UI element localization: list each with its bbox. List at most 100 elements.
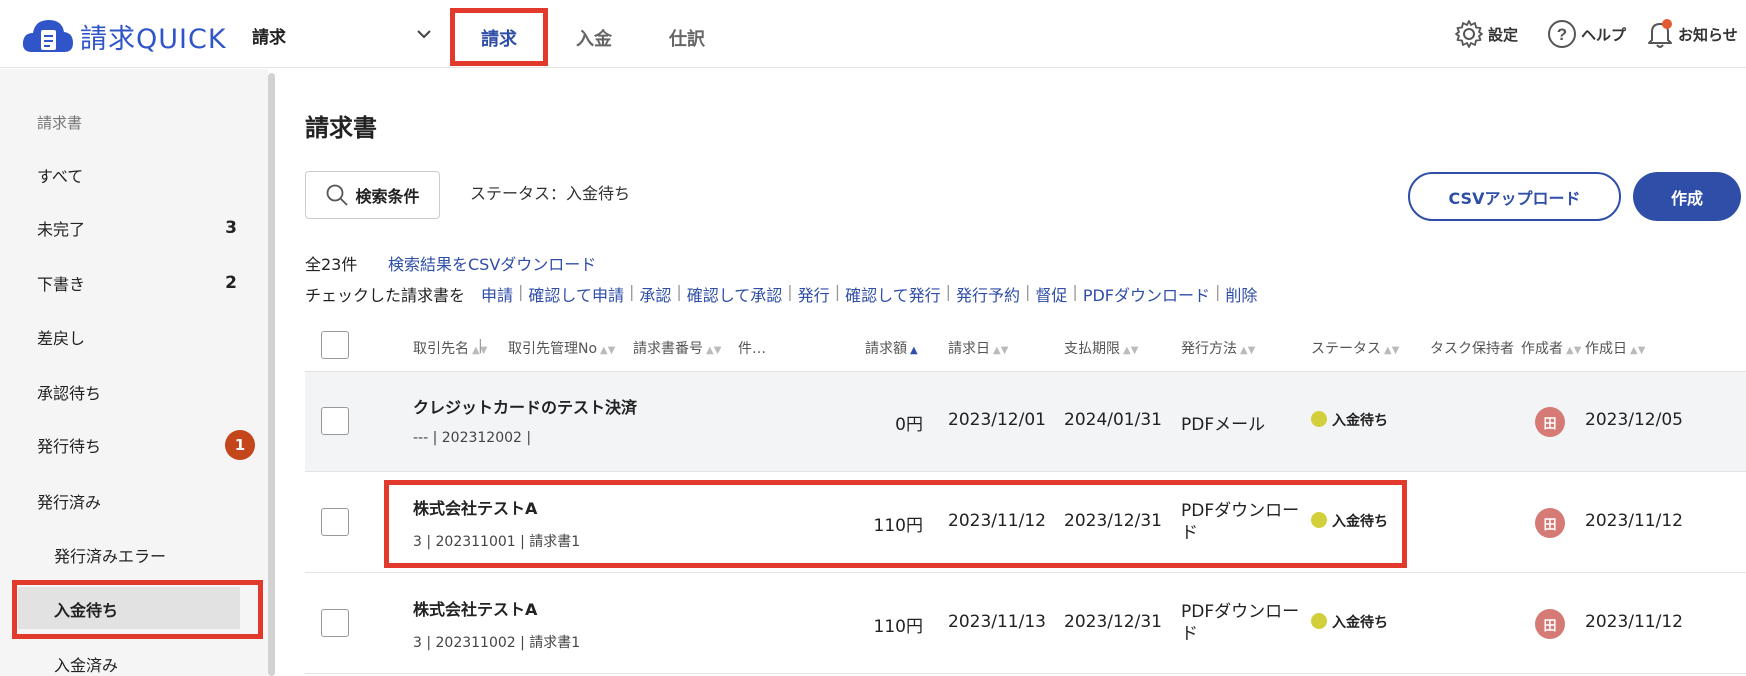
bulk-action-confirm-issue[interactable]: 確認して発行 (845, 282, 941, 306)
column-header-invoice-no[interactable]: 請求書番号 ▲▼ (633, 338, 721, 358)
sidebar-item-label: 未完了 (37, 220, 86, 239)
search-conditions-button[interactable]: 検索条件 (305, 171, 440, 219)
bulk-action-confirm-approve[interactable]: 確認して承認 (687, 282, 783, 306)
status-label: 入金待ち (1332, 615, 1388, 631)
separator: | (1025, 282, 1031, 301)
settings-button[interactable]: 設定 (1453, 18, 1518, 50)
sidebar-scrollbar[interactable] (268, 69, 276, 676)
creator-avatar: 田 (1535, 508, 1565, 538)
sidebar-item-label: 発行待ち (37, 437, 102, 456)
question-circle-icon: ? (1548, 20, 1576, 48)
sidebar-item-label: 承認待ち (37, 384, 102, 403)
sidebar-item-label: 発行済みエラー (54, 547, 167, 566)
sidebar-item-label: 発行済み (37, 493, 102, 512)
separator: | (628, 282, 635, 301)
sidebar-item-issued-error[interactable]: 発行済みエラー (54, 543, 254, 567)
column-header-label: 請求額 (865, 341, 907, 357)
notifications-button[interactable]: お知らせ (1645, 18, 1738, 50)
select-all-checkbox[interactable] (321, 331, 349, 359)
settings-label: 設定 (1488, 25, 1519, 44)
column-header-label: 請求日 (948, 341, 990, 357)
bulk-action-approve[interactable]: 承認 (639, 282, 671, 306)
top-header: 請求QUICK 請求 請求 入金 仕訳 設定 ? ヘルプ お知らせ (0, 0, 1746, 68)
sidebar-item-label: 入金済み (54, 656, 119, 675)
row-checkbox[interactable] (321, 407, 349, 435)
sort-icon: ▲▼ (1630, 345, 1646, 356)
due-date: 2023/12/31 (1064, 612, 1162, 632)
sidebar-scrollbar-thumb[interactable] (268, 73, 275, 676)
bulk-action-issue[interactable]: 発行 (798, 282, 830, 306)
sidebar-item-returned[interactable]: 差戻し (37, 325, 237, 349)
row-checkbox[interactable] (321, 609, 349, 637)
bulk-actions-lead: チェックした請求書を (305, 286, 466, 305)
table-row[interactable]: 株式会社テストA 3 | 202311002 | 請求書1 110円 2023/… (305, 574, 1746, 674)
column-header-creator[interactable]: 作成者 ▲▼ (1521, 338, 1581, 358)
client-name[interactable]: 株式会社テストA (413, 596, 537, 620)
search-conditions-label: 検索条件 (355, 187, 420, 206)
create-button[interactable]: 作成 (1633, 172, 1741, 221)
column-header-label: 請求書番号 (633, 341, 703, 357)
bulk-action-pdf-download[interactable]: PDFダウンロード (1083, 282, 1210, 306)
page-title: 請求書 (305, 114, 377, 142)
bulk-action-confirm-apply[interactable]: 確認して申請 (528, 282, 624, 306)
sort-icon: ▲▼ (1384, 345, 1400, 356)
sidebar-item-badge: 1 (225, 430, 255, 460)
created-date: 2023/12/05 (1585, 410, 1683, 430)
amount: 110円 (873, 617, 923, 637)
status-badge: 入金待ち (1311, 410, 1388, 430)
sidebar-item-issued[interactable]: 発行済み (37, 489, 237, 513)
svg-text:?: ? (1557, 25, 1567, 44)
sort-icon: ▲▼ (600, 345, 616, 356)
sidebar-item-count: 2 (225, 273, 237, 293)
column-header-client-no[interactable]: 取引先管理No ▲▼ (508, 338, 615, 358)
separator: | (787, 282, 793, 301)
sidebar-item-label: 差戻し (37, 329, 86, 348)
sidebar-heading: 請求書 (37, 114, 83, 132)
sort-ascending-icon: ▲ (910, 345, 918, 356)
result-count: 全23件 (305, 255, 358, 274)
separator: | (1215, 282, 1221, 301)
bulk-action-schedule-issue[interactable]: 発行予約 (956, 282, 1020, 306)
sidebar-item-awaiting-approval[interactable]: 承認待ち (37, 380, 237, 404)
bell-icon (1648, 19, 1672, 48)
column-header-client[interactable]: 取引先名 ▲▼ (413, 338, 487, 358)
help-button[interactable]: ? ヘルプ (1546, 18, 1626, 50)
app-logo[interactable]: 請求QUICK (22, 16, 227, 56)
column-header-due-date[interactable]: 支払期限 ▲▼ (1064, 338, 1138, 358)
gear-icon (1455, 20, 1483, 48)
sidebar-item-all[interactable]: すべて (37, 163, 237, 187)
status-filter-text: ステータス：入金待ち (470, 184, 631, 203)
bulk-action-apply[interactable]: 申請 (481, 282, 513, 306)
column-header-task-owner[interactable]: タスク保持者 (1430, 338, 1514, 358)
column-header-method[interactable]: 発行方法 ▲▼ (1181, 338, 1255, 358)
issue-method-line: ド (1181, 624, 1198, 644)
row-checkbox[interactable] (321, 508, 349, 536)
column-header-subject[interactable]: 件… (738, 338, 766, 358)
bulk-action-delete[interactable]: 削除 (1225, 282, 1257, 306)
csv-upload-button[interactable]: CSVアップロード (1408, 172, 1621, 221)
table-row[interactable]: クレジットカードのテスト決済 --- | 202312002 | 0円 2023… (305, 372, 1746, 472)
sort-icon: ▲▼ (993, 345, 1009, 356)
client-name[interactable]: クレジットカードのテスト決済 (413, 394, 637, 418)
tab-journal[interactable]: 仕訳 (653, 10, 721, 65)
invoice-date: 2023/11/13 (948, 612, 1046, 632)
status-dot-icon (1311, 613, 1327, 629)
separator: | (1072, 282, 1078, 301)
product-select[interactable]: 請求 (252, 20, 432, 50)
column-header-status[interactable]: ステータス ▲▼ (1311, 338, 1399, 358)
bulk-action-remind[interactable]: 督促 (1035, 282, 1067, 306)
sidebar-item-awaiting-issue[interactable]: 発行待ち 1 (37, 430, 255, 460)
csv-download-link[interactable]: 検索結果をCSVダウンロード (388, 251, 596, 275)
column-header-amount[interactable]: 請求額 ▲ (865, 338, 918, 358)
sidebar-item-draft[interactable]: 下書き 2 (37, 271, 237, 295)
sidebar-item-incomplete[interactable]: 未完了 3 (37, 216, 237, 240)
column-header-invoice-date[interactable]: 請求日 ▲▼ (948, 338, 1008, 358)
product-select-value: 請求 (252, 27, 286, 48)
sidebar-item-paid[interactable]: 入金済み (54, 652, 254, 676)
status-badge: 入金待ち (1311, 612, 1388, 632)
row-meta: 3 | 202311002 | 請求書1 (413, 635, 581, 651)
column-header-created[interactable]: 作成日 ▲▼ (1585, 338, 1645, 358)
tab-payment[interactable]: 入金 (560, 10, 628, 65)
invoice-date: 2023/12/01 (948, 410, 1046, 430)
due-date: 2024/01/31 (1064, 410, 1162, 430)
